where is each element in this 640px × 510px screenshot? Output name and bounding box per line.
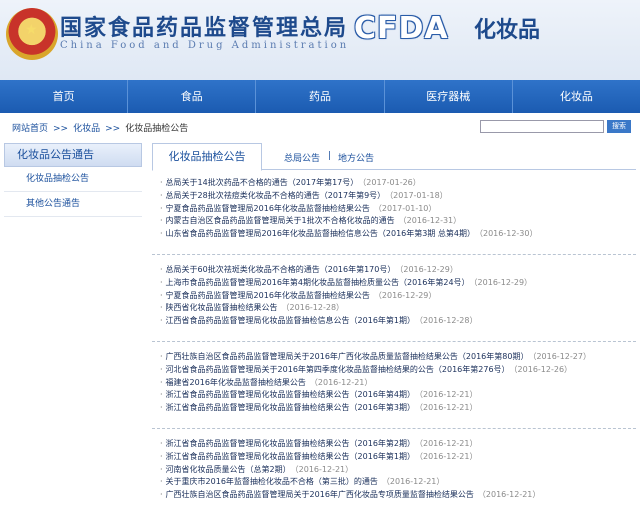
notice-group: · 广西壮族自治区食品药品监督管理局关于2016年广西化妆品质量监督抽检结果公告（…: [152, 351, 636, 415]
list-item[interactable]: · 关于重庆市2016年监督抽检化妆品不合格（第三批）的通告 （2016-12-21…: [152, 476, 636, 489]
list-item[interactable]: · 宁夏食品药品监督管理局2016年化妆品监督抽检结果公告 （2017-01-10）: [152, 203, 636, 216]
breadcrumb-separator: >>: [53, 124, 69, 134]
group-divider: [152, 428, 636, 429]
sidebar-title: 化妆品公告通告: [4, 143, 142, 167]
list-item[interactable]: · 广西壮族自治区食品药品监督管理局关于2016年广西化妆品专项质量监督抽检结果公…: [152, 489, 636, 502]
tab-bar: 化妆品抽检公告 总局公告 | 地方公告: [152, 143, 636, 171]
list-item[interactable]: · 总局关于60批次祛斑类化妆品不合格的通告（2016年第170号） （2016-1…: [152, 264, 636, 277]
group-divider: [152, 341, 636, 342]
breadcrumb-cosmetics[interactable]: 化妆品: [73, 124, 100, 134]
nav-drug[interactable]: 药品: [256, 80, 385, 113]
list-item[interactable]: · 总局关于28批次祛痘类化妆品不合格的通告（2017年第9号） （2017-01-…: [152, 190, 636, 203]
national-emblem-icon: ★: [6, 8, 58, 60]
tab-link-general-admin[interactable]: 总局公告: [284, 151, 320, 164]
main-content: 化妆品抽检公告 总局公告 | 地方公告 · 总局关于14批次药品不合格的通告（20…: [152, 143, 636, 510]
main-nav: 首页 食品 药品 医疗器械 化妆品: [0, 80, 640, 113]
search-button[interactable]: 搜索: [607, 120, 631, 133]
list-item[interactable]: · 浙江省食品药品监督管理局化妆品监督抽检结果公告（2016年第2期） （2016-…: [152, 438, 636, 451]
sidebar-item-inspection-notices[interactable]: 化妆品抽检公告: [4, 167, 142, 192]
list-item[interactable]: · 宁夏食品药品监督管理局2016年化妆品监督抽检结果公告 （2016-12-29）: [152, 290, 636, 303]
breadcrumb-separator: >>: [105, 124, 121, 134]
tab-inspection-notices[interactable]: 化妆品抽检公告: [152, 143, 262, 171]
breadcrumb-home[interactable]: 网站首页: [12, 124, 48, 134]
list-item[interactable]: · 内蒙古自治区食品药品监督管理局关于1批次不合格化妆品的通告 （2016-12-3…: [152, 215, 636, 228]
list-item[interactable]: · 福建省2016年化妆品监督抽检结果公告 （2016-12-21）: [152, 377, 636, 390]
section-title: 化妆品: [474, 18, 541, 43]
list-item[interactable]: · 河北省食品药品监督管理局关于2016年第四季度化妆品监督抽检结果的公告（201…: [152, 364, 636, 377]
nav-cosmetics[interactable]: 化妆品: [513, 80, 640, 113]
list-item[interactable]: · 上海市食品药品监督管理局2016年第4期化妆品监督抽检质量公告（2016年第2…: [152, 277, 636, 290]
tab-divider: |: [328, 151, 332, 161]
list-item[interactable]: · 浙江省食品药品监督管理局化妆品监督抽检结果公告（2016年第1期） （2016-…: [152, 451, 636, 464]
sidebar: 化妆品公告通告 化妆品抽检公告 其他公告通告: [4, 143, 142, 223]
site-header: ★ 国家食品药品监督管理总局 China Food and Drug Admin…: [0, 0, 640, 80]
list-item[interactable]: · 浙江省食品药品监督管理局化妆品监督抽检结果公告（2016年第4期） （2016-…: [152, 389, 636, 402]
list-item[interactable]: · 河南省化妆品质量公告（总第2期） （2016-12-21）: [152, 464, 636, 477]
list-item[interactable]: · 总局关于14批次药品不合格的通告（2017年第17号） （2017-01-26）: [152, 177, 636, 190]
group-divider: [152, 254, 636, 255]
list-item[interactable]: · 江西省食品药品监督管理局化妆品监督抽检信息公告（2016年第1期） （2016-…: [152, 315, 636, 328]
nav-medical-device[interactable]: 医疗器械: [385, 80, 513, 113]
sidebar-item-other-notices[interactable]: 其他公告通告: [4, 192, 142, 217]
notice-group: · 总局关于14批次药品不合格的通告（2017年第17号） （2017-01-26）…: [152, 177, 636, 241]
nav-home[interactable]: 首页: [0, 80, 129, 113]
breadcrumb-current: 化妆品抽检公告: [125, 124, 189, 134]
notice-group: · 总局关于60批次祛斑类化妆品不合格的通告（2016年第170号） （2016-1…: [152, 264, 636, 328]
list-item[interactable]: · 浙江省食品药品监督管理局化妆品监督抽检结果公告（2016年第3期） （2016-…: [152, 402, 636, 415]
site-title-english: China Food and Drug Administration: [60, 40, 350, 51]
list-item[interactable]: · 陕西省化妆品监督抽检结果公告 （2016-12-28）: [152, 302, 636, 315]
notice-group: · 浙江省食品药品监督管理局化妆品监督抽检结果公告（2016年第2期） （2016-…: [152, 438, 636, 502]
list-item[interactable]: · 山东省食品药品监督管理局2016年化妆品监督抽检信息公告（2016年第3期 总…: [152, 228, 636, 241]
search-input[interactable]: [480, 120, 604, 133]
tab-link-local[interactable]: 地方公告: [338, 151, 374, 164]
list-item[interactable]: · 广西壮族自治区食品药品监督管理局关于2016年广西化妆品质量监督抽检结果公告（…: [152, 351, 636, 364]
cfda-logo: CFDA: [354, 11, 449, 46]
breadcrumb: 网站首页 >> 化妆品 >> 化妆品抽检公告: [12, 121, 188, 134]
nav-food[interactable]: 食品: [128, 80, 257, 113]
site-title: 国家食品药品监督管理总局: [60, 15, 349, 41]
